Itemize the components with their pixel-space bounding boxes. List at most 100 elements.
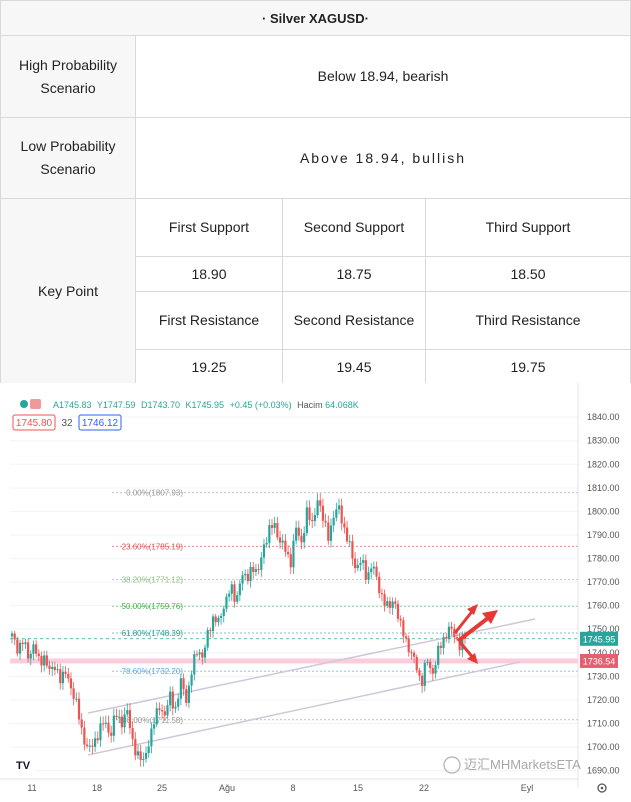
price-chart[interactable]: 0.00%(1807.93) 23.60%(1785.19) 38.20%(1771… (0, 383, 631, 802)
x-tick-label: 15 (353, 783, 363, 793)
y-tick-label: 1730.00 (587, 671, 620, 681)
candle-body (284, 540, 287, 552)
candle-body (257, 569, 260, 571)
candle-body (161, 710, 164, 712)
candle-body (455, 637, 459, 639)
candle-body (32, 644, 35, 654)
candle-body (313, 515, 316, 522)
candle-body (182, 678, 185, 690)
candle-body (144, 752, 148, 759)
low-probability-value: Above 18.94, bullish (135, 117, 631, 199)
candle-body (281, 540, 284, 543)
bid-price[interactable]: 1745.80 (16, 418, 53, 429)
second-resistance-header: Second Resistance (282, 291, 426, 350)
candle-body (37, 653, 40, 657)
signal-table: · Silver XAGUSD· High Probability Scenar… (0, 0, 631, 385)
candle-body (166, 705, 169, 716)
first-resistance-value: 19.25 (135, 349, 283, 385)
candle-body (378, 576, 381, 594)
candle-body (447, 626, 451, 639)
candle-body (99, 723, 102, 741)
candle-body (219, 615, 223, 618)
candle-body (126, 710, 129, 715)
candle-body (69, 678, 73, 689)
x-tick-label: 8 (290, 783, 295, 793)
candle-body (203, 647, 207, 658)
candle-body (286, 551, 290, 555)
candle-body (404, 636, 408, 639)
candle-body (402, 620, 405, 637)
candle-body (429, 661, 432, 669)
candle-body (136, 751, 140, 756)
candle-body (142, 758, 145, 761)
ask-price[interactable]: 1746.12 (82, 418, 119, 429)
candle-body (187, 685, 191, 703)
candle-body (289, 554, 292, 568)
candle-body (56, 669, 59, 671)
candle-body (362, 560, 365, 563)
y-tick-label: 1840.00 (587, 412, 620, 422)
y-tick-label: 1720.00 (587, 695, 620, 705)
candle-body (206, 630, 209, 648)
candle-body (64, 671, 67, 674)
candle-body (445, 637, 448, 639)
candle-body (426, 661, 429, 663)
y-tick-label: 1700.00 (587, 742, 620, 752)
candle-body (415, 656, 418, 671)
candle-body (123, 714, 126, 728)
candle-body (112, 715, 115, 736)
watermark: 迈汇MHMarketsETA (443, 756, 581, 774)
candle-body (16, 639, 19, 654)
candle-body (118, 716, 121, 718)
candle-body (450, 626, 453, 629)
candle-body (407, 638, 410, 653)
market-icon (30, 399, 41, 409)
spread-value: 32 (61, 418, 73, 429)
candle-body (278, 537, 282, 543)
y-tick-label: 1760.00 (587, 601, 620, 611)
candle-body (91, 745, 94, 747)
ohlc-high: Y1747.59 (97, 400, 136, 410)
candle-body (214, 616, 217, 623)
candle-body (303, 533, 306, 543)
candle-body (13, 633, 16, 640)
x-tick-label: 22 (419, 783, 429, 793)
first-resistance-header: First Resistance (135, 291, 283, 350)
candle-body (179, 678, 182, 699)
candle-body (343, 523, 346, 528)
y-tick-label: 1770.00 (587, 577, 620, 587)
candle-body (396, 603, 400, 619)
candle-body (439, 645, 442, 648)
candle-body (276, 523, 279, 538)
candle-body (45, 655, 48, 666)
candle-body (155, 708, 158, 725)
first-support-header: First Support (135, 198, 283, 257)
candle-body (345, 527, 349, 542)
ohlc-low: D1743.70 (141, 400, 180, 410)
candle-body (104, 722, 107, 724)
second-resistance-value: 19.45 (282, 349, 426, 385)
candle-body (40, 656, 43, 666)
candle-body (195, 654, 199, 656)
candle-body (228, 593, 231, 597)
candle-body (268, 525, 271, 543)
candle-body (241, 575, 244, 584)
candle-body (88, 745, 91, 747)
candle-body (169, 691, 172, 706)
y-tick-label: 1810.00 (587, 483, 620, 493)
candle-body (51, 666, 54, 669)
candle-body (93, 738, 97, 747)
candle-body (300, 535, 303, 543)
candle-body (48, 665, 51, 669)
y-tick-label: 1710.00 (587, 719, 620, 729)
candle-body (292, 540, 295, 568)
table-title: · Silver XAGUSD· (0, 0, 631, 36)
candle-body (201, 652, 204, 658)
candle-body (421, 675, 424, 686)
pink-price-label: 1736.54 (583, 656, 616, 666)
candle-body (115, 715, 118, 718)
fib-label: 78.60%(1732.20) (122, 667, 184, 676)
fib-label: 100.00%(1711.58) (118, 716, 184, 725)
candle-body (297, 527, 300, 536)
candle-body (59, 669, 62, 684)
